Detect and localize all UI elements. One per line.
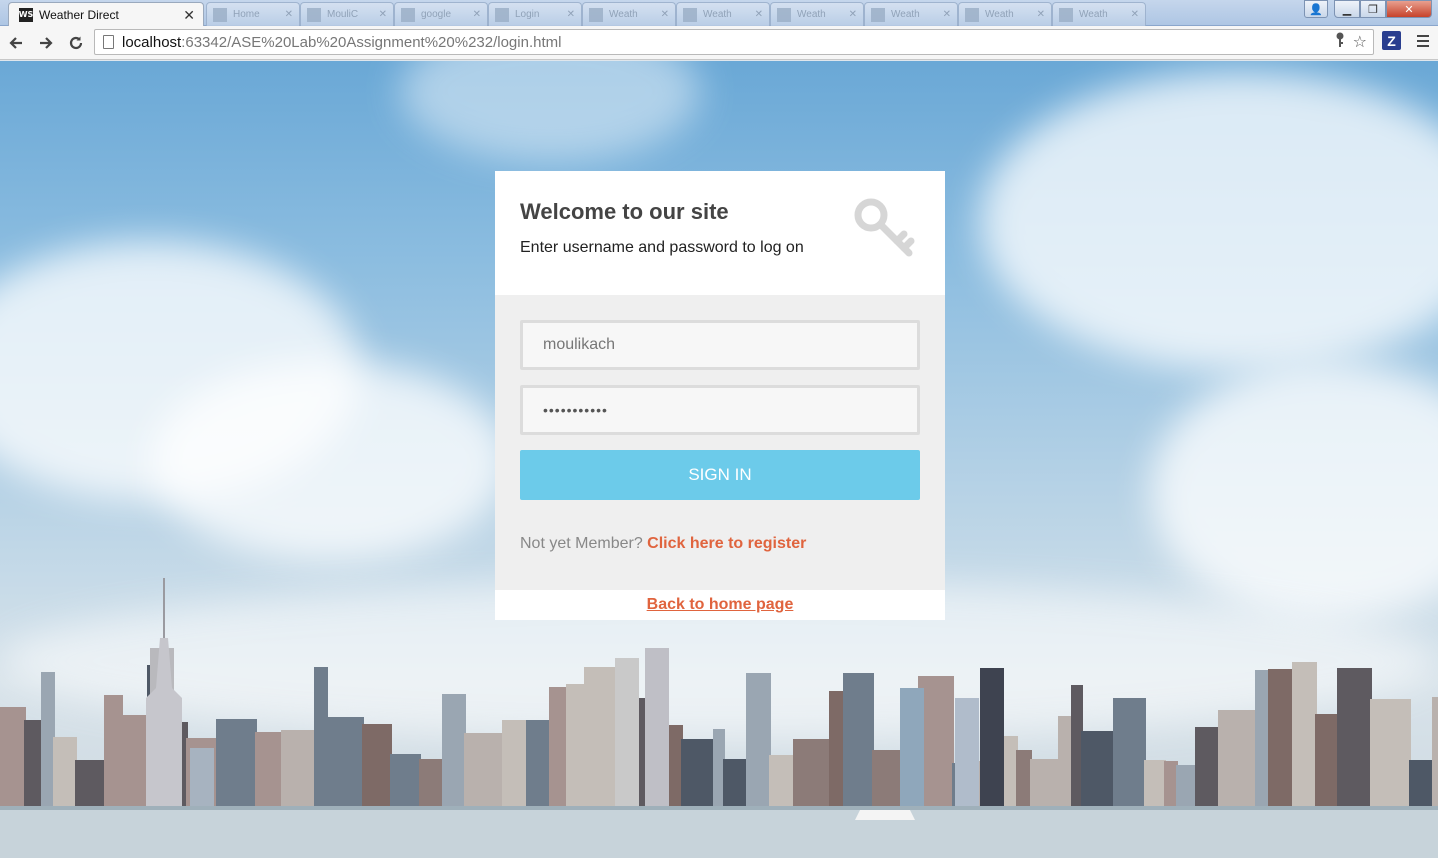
favicon-icon <box>1059 7 1073 22</box>
login-card-header: Welcome to our site Enter username and p… <box>495 171 945 295</box>
tab-title: Weath <box>985 9 1014 20</box>
forward-icon[interactable] <box>32 29 60 57</box>
window-controls: 👤 ▁ ❐ ✕ <box>1304 0 1432 18</box>
tab-title: Home <box>233 9 260 20</box>
username-input[interactable]: moulikach <box>520 320 920 370</box>
favicon-icon <box>683 7 697 22</box>
username-value: moulikach <box>543 336 616 353</box>
tab-title: Weath <box>1079 9 1108 20</box>
favicon-icon <box>965 7 979 22</box>
back-to-home-link[interactable]: Back to home page <box>647 596 794 614</box>
tab-inactive[interactable]: Weath ✕ <box>582 2 676 26</box>
reload-icon[interactable] <box>62 29 90 57</box>
tab-inactive[interactable]: Weath ✕ <box>1052 2 1146 26</box>
star-icon[interactable]: ☆ <box>1353 32 1367 53</box>
tab-inactive[interactable]: Weath ✕ <box>864 2 958 26</box>
favicon-icon <box>401 7 415 22</box>
browser-titlebar: WS Weather Direct ✕ Home ✕ MouliC ✕ google ✕ L… <box>0 0 1438 26</box>
browser-toolbar: localhost:63342/ASE%20Lab%20Assignment%2… <box>0 26 1438 60</box>
register-link[interactable]: Click here to register <box>647 535 806 552</box>
login-card: Welcome to our site Enter username and p… <box>495 171 945 620</box>
favicon-icon <box>307 7 321 22</box>
tab-title: google <box>421 9 452 20</box>
menu-icon[interactable] <box>1412 30 1434 52</box>
page-background: Welcome to our site Enter username and p… <box>0 61 1438 858</box>
tab-inactive[interactable]: Weath ✕ <box>958 2 1052 26</box>
tab-title: Weath <box>797 9 826 20</box>
password-value: ••••••••••• <box>543 402 608 418</box>
tab-inactive[interactable]: MouliC ✕ <box>300 2 394 26</box>
maximize-button[interactable]: ❐ <box>1360 0 1386 18</box>
url-path: :63342/ASE%20Lab%20Assignment%20%232/log… <box>181 33 562 51</box>
favicon-icon <box>213 7 227 22</box>
tab-active[interactable]: WS Weather Direct ✕ <box>8 2 204 26</box>
tab-title: Weather Direct <box>39 7 119 22</box>
login-card-footer: Back to home page <box>495 590 945 620</box>
tab-close-icon[interactable]: ✕ <box>943 9 951 20</box>
tab-close-icon[interactable]: ✕ <box>755 9 763 20</box>
url-host: localhost <box>122 33 182 51</box>
tab-close-icon[interactable]: ✕ <box>183 8 195 22</box>
page-icon <box>103 35 114 49</box>
tab-close-icon[interactable]: ✕ <box>661 9 669 20</box>
favicon-icon <box>589 7 603 22</box>
sign-in-button[interactable]: SIGN IN <box>520 450 920 500</box>
user-profile-icon[interactable]: 👤 <box>1304 0 1328 18</box>
tab-close-icon[interactable]: ✕ <box>567 9 575 20</box>
tab-title: MouliC <box>327 9 359 20</box>
tab-title: Weath <box>891 9 920 20</box>
address-bar[interactable]: localhost:63342/ASE%20Lab%20Assignment%2… <box>94 29 1374 55</box>
tab-close-icon[interactable]: ✕ <box>379 9 387 20</box>
tab-title: Weath <box>703 9 732 20</box>
tab-inactive[interactable]: Weath ✕ <box>770 2 864 26</box>
minimize-button[interactable]: ▁ <box>1334 0 1360 18</box>
tab-inactive[interactable]: Login ✕ <box>488 2 582 26</box>
tab-title: Login <box>515 9 540 20</box>
favicon-icon: WS <box>19 7 33 22</box>
login-card-body: moulikach ••••••••••• SIGN IN Not yet Me… <box>495 295 945 590</box>
key-icon <box>854 198 915 257</box>
tab-title: Weath <box>609 9 638 20</box>
password-input[interactable]: ••••••••••• <box>520 385 920 435</box>
key-icon[interactable] <box>1335 32 1345 53</box>
z-extension-icon[interactable]: Z <box>1382 31 1401 50</box>
tab-close-icon[interactable]: ✕ <box>473 9 481 20</box>
back-icon[interactable] <box>2 29 30 57</box>
register-prompt: Not yet Member? Click here to register <box>520 535 920 553</box>
favicon-icon <box>777 7 791 22</box>
favicon-icon <box>495 7 509 22</box>
close-window-button[interactable]: ✕ <box>1386 0 1432 18</box>
member-prompt-text: Not yet Member? <box>520 535 643 552</box>
favicon-icon <box>871 7 885 22</box>
tab-close-icon[interactable]: ✕ <box>285 9 293 20</box>
tab-inactive[interactable]: Home ✕ <box>206 2 300 26</box>
tab-close-icon[interactable]: ✕ <box>849 9 857 20</box>
tab-close-icon[interactable]: ✕ <box>1131 9 1139 20</box>
tab-inactive[interactable]: Weath ✕ <box>676 2 770 26</box>
tab-close-icon[interactable]: ✕ <box>1037 9 1045 20</box>
tab-inactive[interactable]: google ✕ <box>394 2 488 26</box>
